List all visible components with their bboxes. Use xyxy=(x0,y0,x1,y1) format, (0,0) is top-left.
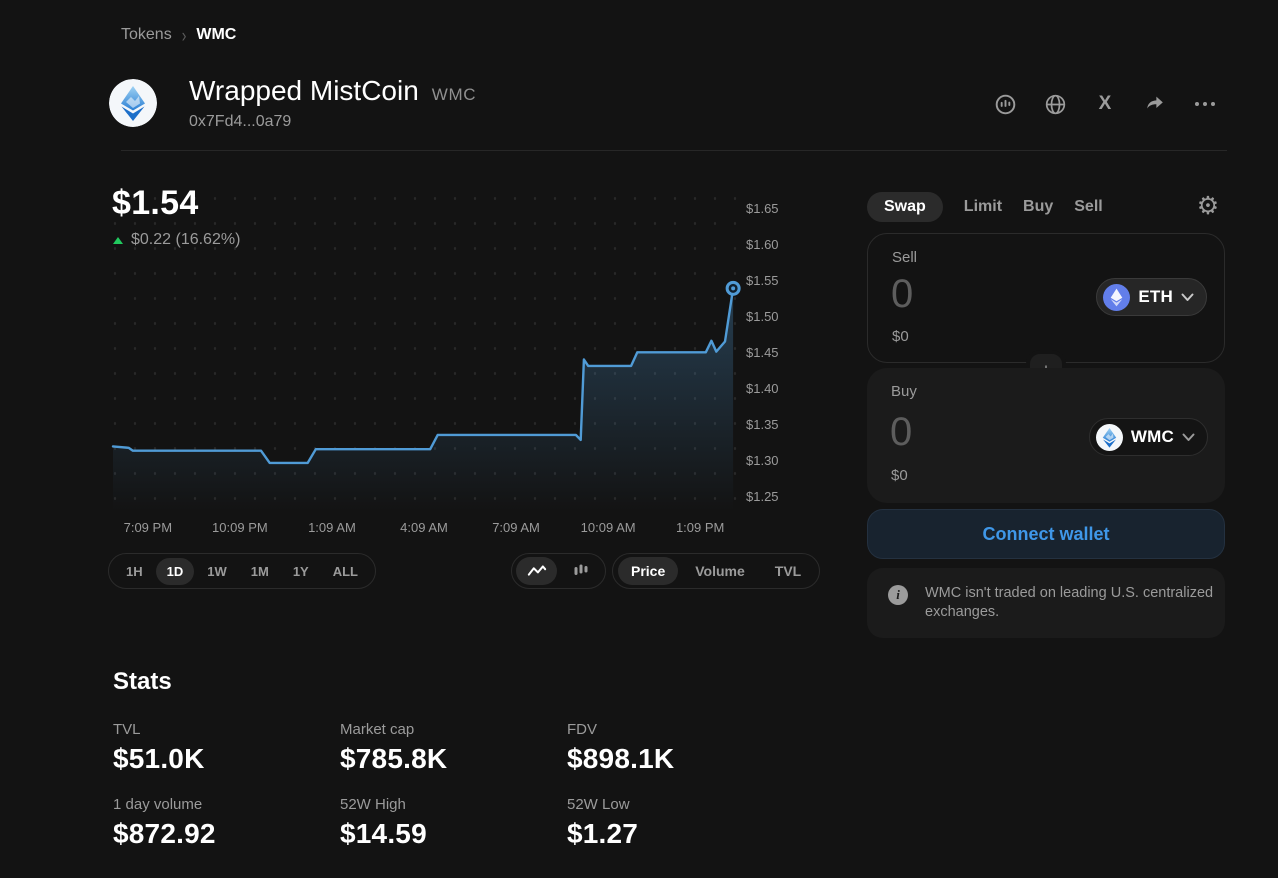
metric-price[interactable]: Price xyxy=(618,557,678,585)
range-1d[interactable]: 1D xyxy=(156,558,195,585)
stat-value: $872.92 xyxy=(113,818,216,850)
wmc-icon xyxy=(1096,424,1123,451)
token-title-row: Wrapped MistCoin WMC xyxy=(189,75,476,107)
buy-token-symbol: WMC xyxy=(1131,427,1174,447)
sell-token-selector[interactable]: ETH xyxy=(1096,278,1207,316)
share-icon[interactable] xyxy=(1135,88,1175,120)
stat-label: 52W High xyxy=(340,796,406,813)
chart-style-toggle xyxy=(511,553,606,589)
cex-notice-text: WMC isn't traded on leading U.S. central… xyxy=(925,584,1221,622)
y-tick: $1.45 xyxy=(746,345,779,360)
sell-label: Sell xyxy=(892,249,917,266)
stat-label: Market cap xyxy=(340,721,414,738)
metric-volume[interactable]: Volume xyxy=(682,557,758,585)
stat-value: $1.27 xyxy=(567,818,638,850)
x-tick: 7:09 AM xyxy=(483,520,549,535)
x-tick: 10:09 PM xyxy=(207,520,273,535)
stat-value: $785.8K xyxy=(340,743,447,775)
x-tick: 7:09 PM xyxy=(115,520,181,535)
range-1w[interactable]: 1W xyxy=(196,558,238,585)
etherscan-icon[interactable] xyxy=(985,88,1025,120)
stat-value: $898.1K xyxy=(567,743,674,775)
chevron-down-icon xyxy=(1182,433,1195,442)
y-tick: $1.30 xyxy=(746,453,779,468)
y-tick: $1.60 xyxy=(746,237,779,252)
swap-tabs: Swap Limit Buy Sell xyxy=(867,192,1103,222)
chart-metric-selector: PriceVolumeTVL xyxy=(612,553,820,589)
sell-token-symbol: ETH xyxy=(1138,287,1173,307)
x-tick: 1:09 PM xyxy=(667,520,733,535)
sell-input-card[interactable]: Sell 0 $0 ETH xyxy=(867,233,1225,363)
eth-icon xyxy=(1103,284,1130,311)
x-tick: 4:09 AM xyxy=(391,520,457,535)
settings-gear-icon[interactable]: ⚙ xyxy=(1194,192,1222,220)
token-symbol: WMC xyxy=(432,85,476,105)
globe-icon[interactable] xyxy=(1035,88,1075,120)
y-tick: $1.65 xyxy=(746,201,779,216)
candlestick-chart-icon[interactable] xyxy=(560,557,601,585)
breadcrumb: Tokens › WMC xyxy=(121,26,236,44)
range-1y[interactable]: 1Y xyxy=(282,558,320,585)
sell-usd-value: $0 xyxy=(892,328,909,345)
y-tick: $1.50 xyxy=(746,309,779,324)
y-tick: $1.40 xyxy=(746,381,779,396)
chevron-down-icon xyxy=(1181,293,1194,302)
time-range-selector: 1H1D1W1M1YALL xyxy=(108,553,376,589)
y-tick: $1.25 xyxy=(746,489,779,504)
stat-label: FDV xyxy=(567,721,597,738)
breadcrumb-tokens-link[interactable]: Tokens xyxy=(121,26,172,44)
tab-sell[interactable]: Sell xyxy=(1074,192,1102,222)
more-icon[interactable] xyxy=(1185,88,1225,120)
token-logo xyxy=(109,79,157,127)
tab-swap[interactable]: Swap xyxy=(867,192,943,222)
token-name: Wrapped MistCoin xyxy=(189,75,419,107)
y-tick: $1.35 xyxy=(746,417,779,432)
buy-input-card[interactable]: Buy 0 $0 WMC xyxy=(867,368,1225,503)
connect-wallet-button[interactable]: Connect wallet xyxy=(867,509,1225,559)
chevron-right-icon: › xyxy=(182,24,187,46)
range-1m[interactable]: 1M xyxy=(240,558,280,585)
buy-token-selector[interactable]: WMC xyxy=(1089,418,1208,456)
x-twitter-icon[interactable]: X xyxy=(1085,88,1125,120)
stat-label: TVL xyxy=(113,721,141,738)
cex-notice: i WMC isn't traded on leading U.S. centr… xyxy=(867,568,1225,638)
token-page: Tokens › WMC Wrapped MistCoin WMC 0x7Fd4… xyxy=(0,0,1278,878)
tab-buy[interactable]: Buy xyxy=(1023,192,1053,222)
stats-title: Stats xyxy=(113,668,172,696)
token-address[interactable]: 0x7Fd4...0a79 xyxy=(189,113,291,131)
buy-usd-value: $0 xyxy=(891,467,908,484)
stat-value: $14.59 xyxy=(340,818,427,850)
buy-amount-input[interactable]: 0 xyxy=(890,412,912,452)
tab-limit[interactable]: Limit xyxy=(964,192,1002,222)
range-1h[interactable]: 1H xyxy=(115,558,154,585)
metric-tvl[interactable]: TVL xyxy=(762,557,814,585)
header-actions: X xyxy=(985,88,1225,120)
line-chart-icon[interactable] xyxy=(516,557,557,585)
x-tick: 10:09 AM xyxy=(575,520,641,535)
x-tick: 1:09 AM xyxy=(299,520,365,535)
y-tick: $1.55 xyxy=(746,273,779,288)
breadcrumb-current: WMC xyxy=(196,26,236,44)
price-line-chart[interactable] xyxy=(113,195,747,511)
buy-label: Buy xyxy=(891,383,917,400)
range-all[interactable]: ALL xyxy=(322,558,369,585)
sell-amount-input[interactable]: 0 xyxy=(891,274,913,314)
info-icon: i xyxy=(888,585,908,605)
stat-label: 1 day volume xyxy=(113,796,202,813)
stat-label: 52W Low xyxy=(567,796,630,813)
stat-value: $51.0K xyxy=(113,743,205,775)
header-divider xyxy=(121,150,1227,151)
